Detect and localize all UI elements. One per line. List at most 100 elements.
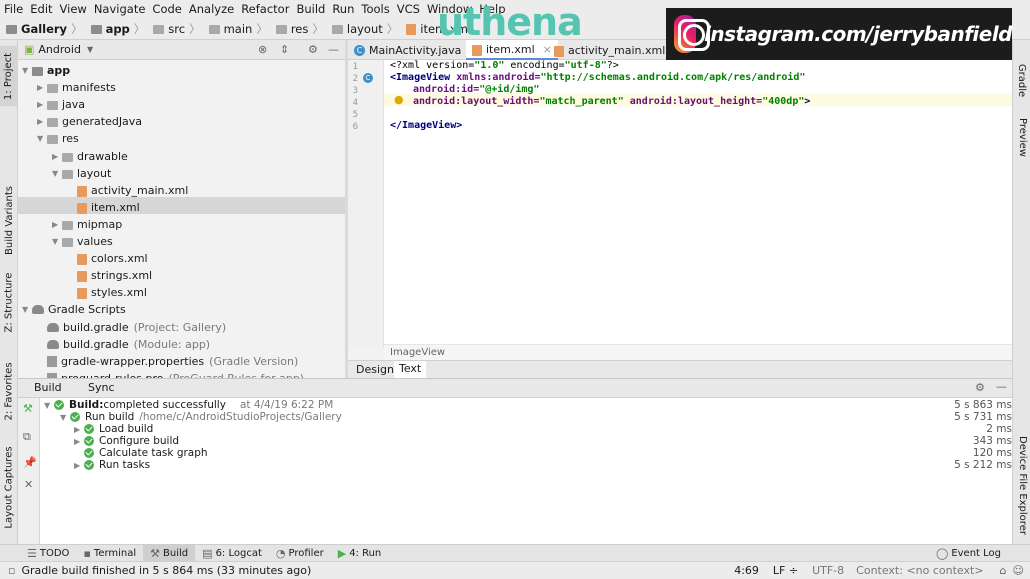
build-row[interactable]: ▶ Load build — [74, 423, 153, 435]
tool-tab-layout-captures[interactable]: Layout Captures — [0, 442, 18, 532]
tool-tab-build[interactable]: ⚒ Build — [143, 544, 196, 562]
project-tree-item[interactable]: ▶ generatedJava — [37, 113, 142, 130]
tool-tab-todo[interactable]: ☰ TODO — [20, 545, 76, 562]
project-tree-item[interactable]: item.xml — [67, 199, 140, 216]
build-row[interactable]: ▼ Run build/home/c/AndroidStudioProjects/… — [60, 411, 342, 423]
tool-tab-logcat[interactable]: ▤ 6: Logcat — [195, 545, 269, 562]
lightbulb-icon[interactable]: ● — [394, 93, 404, 106]
tool-tab-run[interactable]: ▶ 4: Run — [331, 545, 389, 562]
chevron-down-icon[interactable]: ▼ — [37, 134, 47, 143]
menu-tools[interactable]: Tools — [361, 2, 389, 16]
line-number: 6 — [352, 122, 358, 132]
chevron-down-icon[interactable]: ▼ — [52, 237, 62, 246]
code-token: > — [804, 96, 811, 107]
tool-tab-terminal[interactable]: ▪ Terminal — [76, 545, 143, 562]
context-indicator[interactable]: Context: <no context> — [856, 564, 983, 577]
project-tree-item[interactable]: strings.xml — [67, 267, 152, 284]
xml-file-icon — [472, 44, 482, 56]
folder-icon — [62, 169, 73, 179]
project-tree-item[interactable]: build.gradle (Project: Gallery) — [37, 319, 226, 336]
chevron-down-icon[interactable]: ▼ — [22, 305, 32, 314]
build-toolbar: ⚒ ⧉ 📌 ✕ — [18, 398, 40, 544]
code-line-3: android:id="@+id/img" — [413, 84, 539, 95]
chevron-right-icon[interactable]: ▶ — [52, 152, 62, 161]
code-token: "utf-8" — [564, 60, 607, 71]
tab-sync[interactable]: Sync — [82, 381, 121, 394]
toggle-view-icon[interactable]: ⧉ — [23, 430, 31, 444]
success-icon — [84, 436, 94, 446]
project-tree-item[interactable]: styles.xml — [67, 284, 147, 301]
project-tree-item[interactable]: gradle-wrapper.properties (Gradle Version… — [37, 353, 298, 370]
xml-file-icon — [77, 185, 87, 197]
line-separator[interactable]: LF ÷ — [773, 564, 798, 577]
code-token: android:layout_height= — [623, 96, 763, 107]
project-tree-item[interactable]: proguard-rules.pro(ProGuard Rules for ap… — [37, 370, 304, 378]
tab-build[interactable]: Build — [28, 381, 68, 394]
instagram-banner: instagram.com/jerrybanfield — [666, 8, 1012, 60]
tool-tab-profiler[interactable]: ◔ Profiler — [269, 545, 331, 562]
lock-icon[interactable]: ⌂ — [1000, 564, 1007, 577]
chevron-down-icon[interactable]: ▼ — [22, 66, 32, 75]
build-row[interactable]: ▶ Configure build — [74, 435, 179, 447]
tab-design[interactable]: Design — [352, 363, 399, 376]
chevron-right-icon[interactable]: ▶ — [52, 220, 62, 229]
code-token: android:id= — [413, 84, 480, 95]
build-row[interactable]: ▼ Build: completed successfully at 4/4/19 … — [44, 399, 333, 411]
inspector-icon[interactable]: ☺ — [1013, 564, 1024, 577]
code-token: ?> — [606, 60, 619, 71]
project-tree-item[interactable]: colors.xml — [67, 250, 148, 267]
code-token: </ImageView> — [390, 120, 463, 131]
class-gutter-icon[interactable]: C — [363, 73, 373, 83]
gear-icon[interactable]: ⚙ — [975, 381, 985, 394]
tool-tab-device-file-explorer[interactable]: Device File Explorer — [1013, 430, 1030, 540]
tree-item-label: mipmap — [77, 217, 123, 231]
code-token: android:layout_width= — [413, 96, 540, 107]
chevron-right-icon[interactable]: ▶ — [37, 83, 47, 92]
folder-icon — [47, 84, 58, 94]
project-tree-item[interactable]: activity_main.xml — [67, 182, 188, 199]
code-line-2: <ImageView xmlns:android="http://schemas… — [390, 72, 805, 83]
project-tree-item[interactable]: ▶ java — [37, 96, 85, 113]
tree-item-label: app — [47, 64, 71, 77]
folder-icon — [47, 135, 58, 145]
xml-file-icon — [77, 202, 87, 214]
build-row[interactable]: ▶ Run tasks — [74, 459, 150, 471]
project-tree-item[interactable]: ▼ Gradle Scripts — [22, 301, 126, 318]
tool-tab-label: Build — [163, 547, 189, 559]
class-icon: C — [354, 44, 365, 56]
minimize-icon[interactable]: — — [996, 380, 1007, 393]
success-icon — [70, 412, 80, 422]
project-tree-item[interactable]: ▶ mipmap — [52, 216, 122, 233]
chevron-right-icon[interactable]: ▶ — [37, 117, 47, 126]
folder-icon — [47, 101, 58, 111]
gradle-icon — [32, 305, 44, 315]
editor-breadcrumb-item[interactable]: ImageView — [390, 347, 445, 358]
hammer-icon[interactable]: ⚒ — [23, 402, 33, 415]
status-message[interactable]: Gradle build finished in 5 s 864 ms (33 … — [21, 564, 311, 577]
close-icon[interactable]: ✕ — [24, 478, 33, 491]
project-tree-item[interactable]: ▶ manifests — [37, 79, 116, 96]
tool-tab-preview[interactable]: Preview — [1013, 114, 1030, 160]
chevron-down-icon[interactable]: ▼ — [52, 169, 62, 178]
project-tree-item[interactable]: ▼ layout — [52, 165, 111, 182]
tool-tab-gradle[interactable]: Gradle — [1013, 60, 1030, 100]
caret-position[interactable]: 4:69 — [734, 564, 759, 577]
project-tree-item[interactable]: ▶ drawable — [52, 148, 128, 165]
file-encoding[interactable]: UTF-8 — [812, 564, 844, 577]
project-tree-item[interactable]: build.gradle (Module: app) — [37, 336, 210, 353]
tab-label: activity_main.xml — [568, 43, 666, 57]
folder-icon — [62, 152, 73, 162]
menu-vcs[interactable]: VCS — [397, 2, 420, 16]
project-tree-item[interactable]: ▼ res — [37, 130, 79, 147]
tab-text[interactable]: Text — [394, 361, 427, 379]
tool-tab-event-log[interactable]: ◯ Event Log — [929, 545, 1008, 562]
project-tree-item[interactable]: ▼ app — [22, 62, 70, 79]
build-row-time: 120 ms — [972, 447, 1012, 459]
code-line-4: android:layout_width="match_parent" andr… — [413, 96, 810, 107]
pin-icon[interactable]: 📌 — [23, 456, 37, 469]
project-tree-item[interactable]: ▼ values — [52, 233, 113, 250]
xml-file-icon — [406, 24, 417, 35]
build-row[interactable]: Calculate task graph — [74, 447, 208, 459]
tree-item-label: values — [77, 235, 113, 248]
chevron-right-icon[interactable]: ▶ — [37, 100, 47, 109]
